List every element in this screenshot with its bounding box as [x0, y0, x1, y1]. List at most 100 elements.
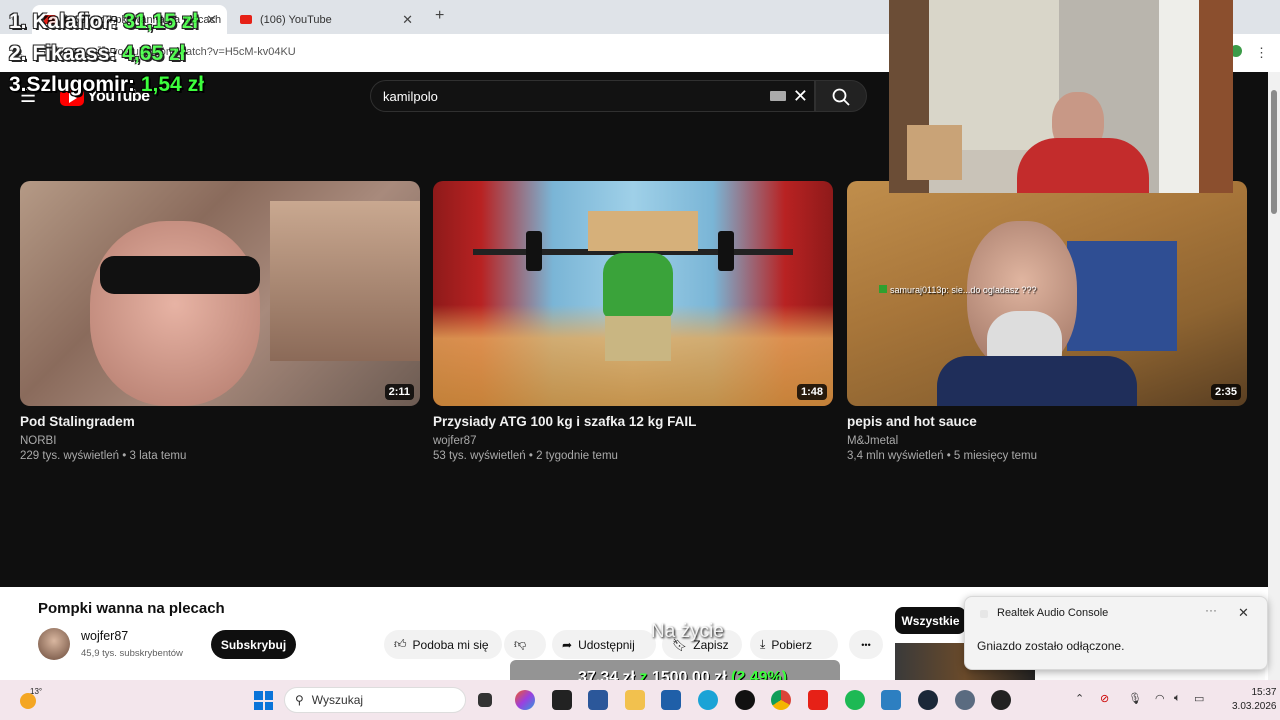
show-hidden-icons-icon[interactable]: ⌃: [1075, 692, 1084, 705]
youtube-favicon-icon: [240, 15, 252, 24]
dislike-button[interactable]: 👎︎: [504, 630, 546, 659]
video-thumbnail-1[interactable]: 2:11: [20, 181, 420, 406]
tab-youtube[interactable]: (106) YouTube ✕: [228, 5, 423, 34]
close-tab-icon[interactable]: ✕: [206, 12, 217, 28]
donor-amount: 1,54 zł: [140, 73, 204, 96]
more-actions-button[interactable]: •••: [849, 630, 883, 659]
chat-badge-icon: [879, 285, 887, 293]
copilot-icon[interactable]: [515, 690, 535, 710]
clock-date: 3.03.2026: [1232, 701, 1277, 712]
start-button[interactable]: [254, 691, 273, 710]
temperature: 13°: [30, 687, 43, 696]
volume-icon[interactable]: 🔈︎: [1174, 692, 1181, 705]
share-icon: ➦: [562, 637, 573, 652]
donor-rank: 2. Fikaass:: [9, 42, 117, 65]
file-explorer-icon[interactable]: [625, 690, 645, 710]
webcam-overlay: [889, 0, 1233, 193]
download-button[interactable]: ⤓ Pobierz: [750, 630, 838, 659]
spotify-icon[interactable]: [845, 690, 865, 710]
video-duration: 1:48: [796, 384, 827, 400]
download-icon: ⤓: [760, 637, 766, 651]
video-channel-3[interactable]: M&Jmetal: [847, 435, 898, 447]
search-icon: [832, 88, 850, 106]
donor-entry-3: 3.Szlugomir: 1,54 zł: [9, 73, 204, 97]
clear-search-icon[interactable]: ✕: [793, 86, 808, 107]
search-button[interactable]: [815, 80, 867, 112]
donor-amount: 4,65 zł: [122, 42, 186, 65]
share-label: Udostępnij: [578, 637, 635, 652]
video-thumbnail-2[interactable]: 1:48: [433, 181, 833, 406]
toast-app-name: Realtek Audio Console: [997, 607, 1109, 619]
chat-overlay: samuraj0113p: sie...do ogladasz ???: [879, 285, 1036, 295]
video-thumbnail-3[interactable]: samuraj0113p: sie...do ogladasz ??? 2:35: [847, 181, 1247, 406]
video-title-2[interactable]: Przysiady ATG 100 kg i szafka 12 kg FAIL: [433, 414, 696, 429]
close-tab-icon[interactable]: ✕: [402, 12, 413, 28]
video-meta-3: 3,4 mln wyświetleń • 5 miesięcy temu: [847, 450, 1038, 462]
obs-icon[interactable]: [735, 690, 755, 710]
scrollbar-thumb[interactable]: [1271, 90, 1277, 214]
visual-studio-icon[interactable]: [588, 690, 608, 710]
tab-label: (106) YouTube: [260, 13, 332, 26]
store-icon[interactable]: [661, 690, 681, 710]
new-tab-icon[interactable]: +: [435, 7, 444, 25]
system-clock[interactable]: 15:37 3.03.2026: [1232, 686, 1277, 714]
weather-widget[interactable]: 13°: [18, 687, 42, 711]
page-scrollbar[interactable]: [1268, 72, 1280, 680]
edge-icon[interactable]: [698, 690, 718, 710]
video-duration: 2:35: [1210, 384, 1241, 400]
video-duration: 2:11: [384, 384, 414, 400]
search-input[interactable]: kamilpolo: [383, 89, 438, 104]
search-icon: ⚲: [295, 693, 304, 707]
donor-rank: 1. Kalafior:: [9, 10, 118, 33]
donor-amount: 31,15 zł: [123, 10, 199, 33]
toast-close-icon[interactable]: ✕: [1238, 605, 1249, 621]
chat-user: samuraj0113p:: [890, 285, 949, 295]
steam-icon[interactable]: [918, 690, 938, 710]
watch-title: Pompki wanna na plecach: [38, 600, 225, 617]
notification-toast[interactable]: Realtek Audio Console ··· ✕ Gniazdo zost…: [964, 596, 1268, 670]
chat-message: sie...do ogladasz ???: [951, 285, 1037, 295]
donor-entry-1: 1. Kalafior: 31,15 zł: [9, 10, 198, 34]
avatar[interactable]: [38, 628, 70, 660]
video-channel-2[interactable]: wojfer87: [433, 435, 476, 447]
chip-all[interactable]: Wszystkie: [895, 607, 966, 634]
video-channel-1[interactable]: NORBI: [20, 435, 56, 447]
donor-entry-2: 2. Fikaass: 4,65 zł: [9, 42, 185, 66]
realtek-app-icon: [980, 610, 988, 618]
app-icon[interactable]: [991, 690, 1011, 710]
thumbs-up-icon: 👍︎: [394, 637, 407, 651]
watch-channel-name[interactable]: wojfer87: [81, 629, 128, 643]
settings-gear-icon[interactable]: [955, 690, 975, 710]
video-meta-1: 229 tys. wyświetleń • 3 lata temu: [20, 450, 187, 462]
donor-rank: 3.Szlugomir:: [9, 73, 136, 96]
subscriber-count: 45,9 tys. subskrybentów: [81, 648, 183, 659]
like-button[interactable]: 👍︎ Podoba mi się: [384, 630, 502, 659]
app-icon[interactable]: [552, 690, 572, 710]
share-button[interactable]: ➦ Udostępnij: [552, 630, 656, 659]
taskbar-search-placeholder: Wyszukaj: [311, 693, 364, 707]
taskbar-search[interactable]: ⚲ Wyszukaj: [284, 687, 466, 713]
toast-options-icon[interactable]: ···: [1205, 603, 1217, 617]
goal-label: Na życie: [651, 621, 724, 642]
video-title-3[interactable]: pepis and hot sauce: [847, 414, 977, 429]
subscribe-button[interactable]: Subskrybuj: [211, 630, 296, 659]
thumbs-down-icon: 👎︎: [514, 637, 527, 651]
clock-time: 15:37: [1251, 687, 1277, 698]
youtube-app-icon[interactable]: [808, 690, 828, 710]
browser-menu-icon[interactable]: ⋮: [1255, 45, 1268, 61]
toast-message: Gniazdo zostało odłączone.: [977, 639, 1125, 653]
task-view-icon[interactable]: [478, 693, 492, 707]
chrome-icon[interactable]: [771, 690, 791, 710]
microphone-icon[interactable]: 🎙︎: [1128, 692, 1142, 705]
wifi-icon[interactable]: ◠: [1155, 692, 1165, 705]
app-icon[interactable]: [881, 690, 901, 710]
battery-icon[interactable]: ▭: [1194, 692, 1204, 705]
search-box[interactable]: kamilpolo ✕: [370, 80, 815, 112]
video-meta-2: 53 tys. wyświetleń • 2 tygodnie temu: [433, 450, 618, 462]
windows-taskbar: 13° ⚲ Wyszukaj ⌃ ⊘ 🎙︎ ◠ 🔈︎ ▭ 15:37 3.03.…: [0, 680, 1280, 720]
download-label: Pobierz: [771, 637, 812, 652]
keyboard-icon[interactable]: [770, 91, 786, 101]
security-icon[interactable]: ⊘: [1100, 692, 1109, 705]
video-title-1[interactable]: Pod Stalingradem: [20, 414, 135, 429]
like-label: Podoba mi się: [412, 637, 489, 652]
